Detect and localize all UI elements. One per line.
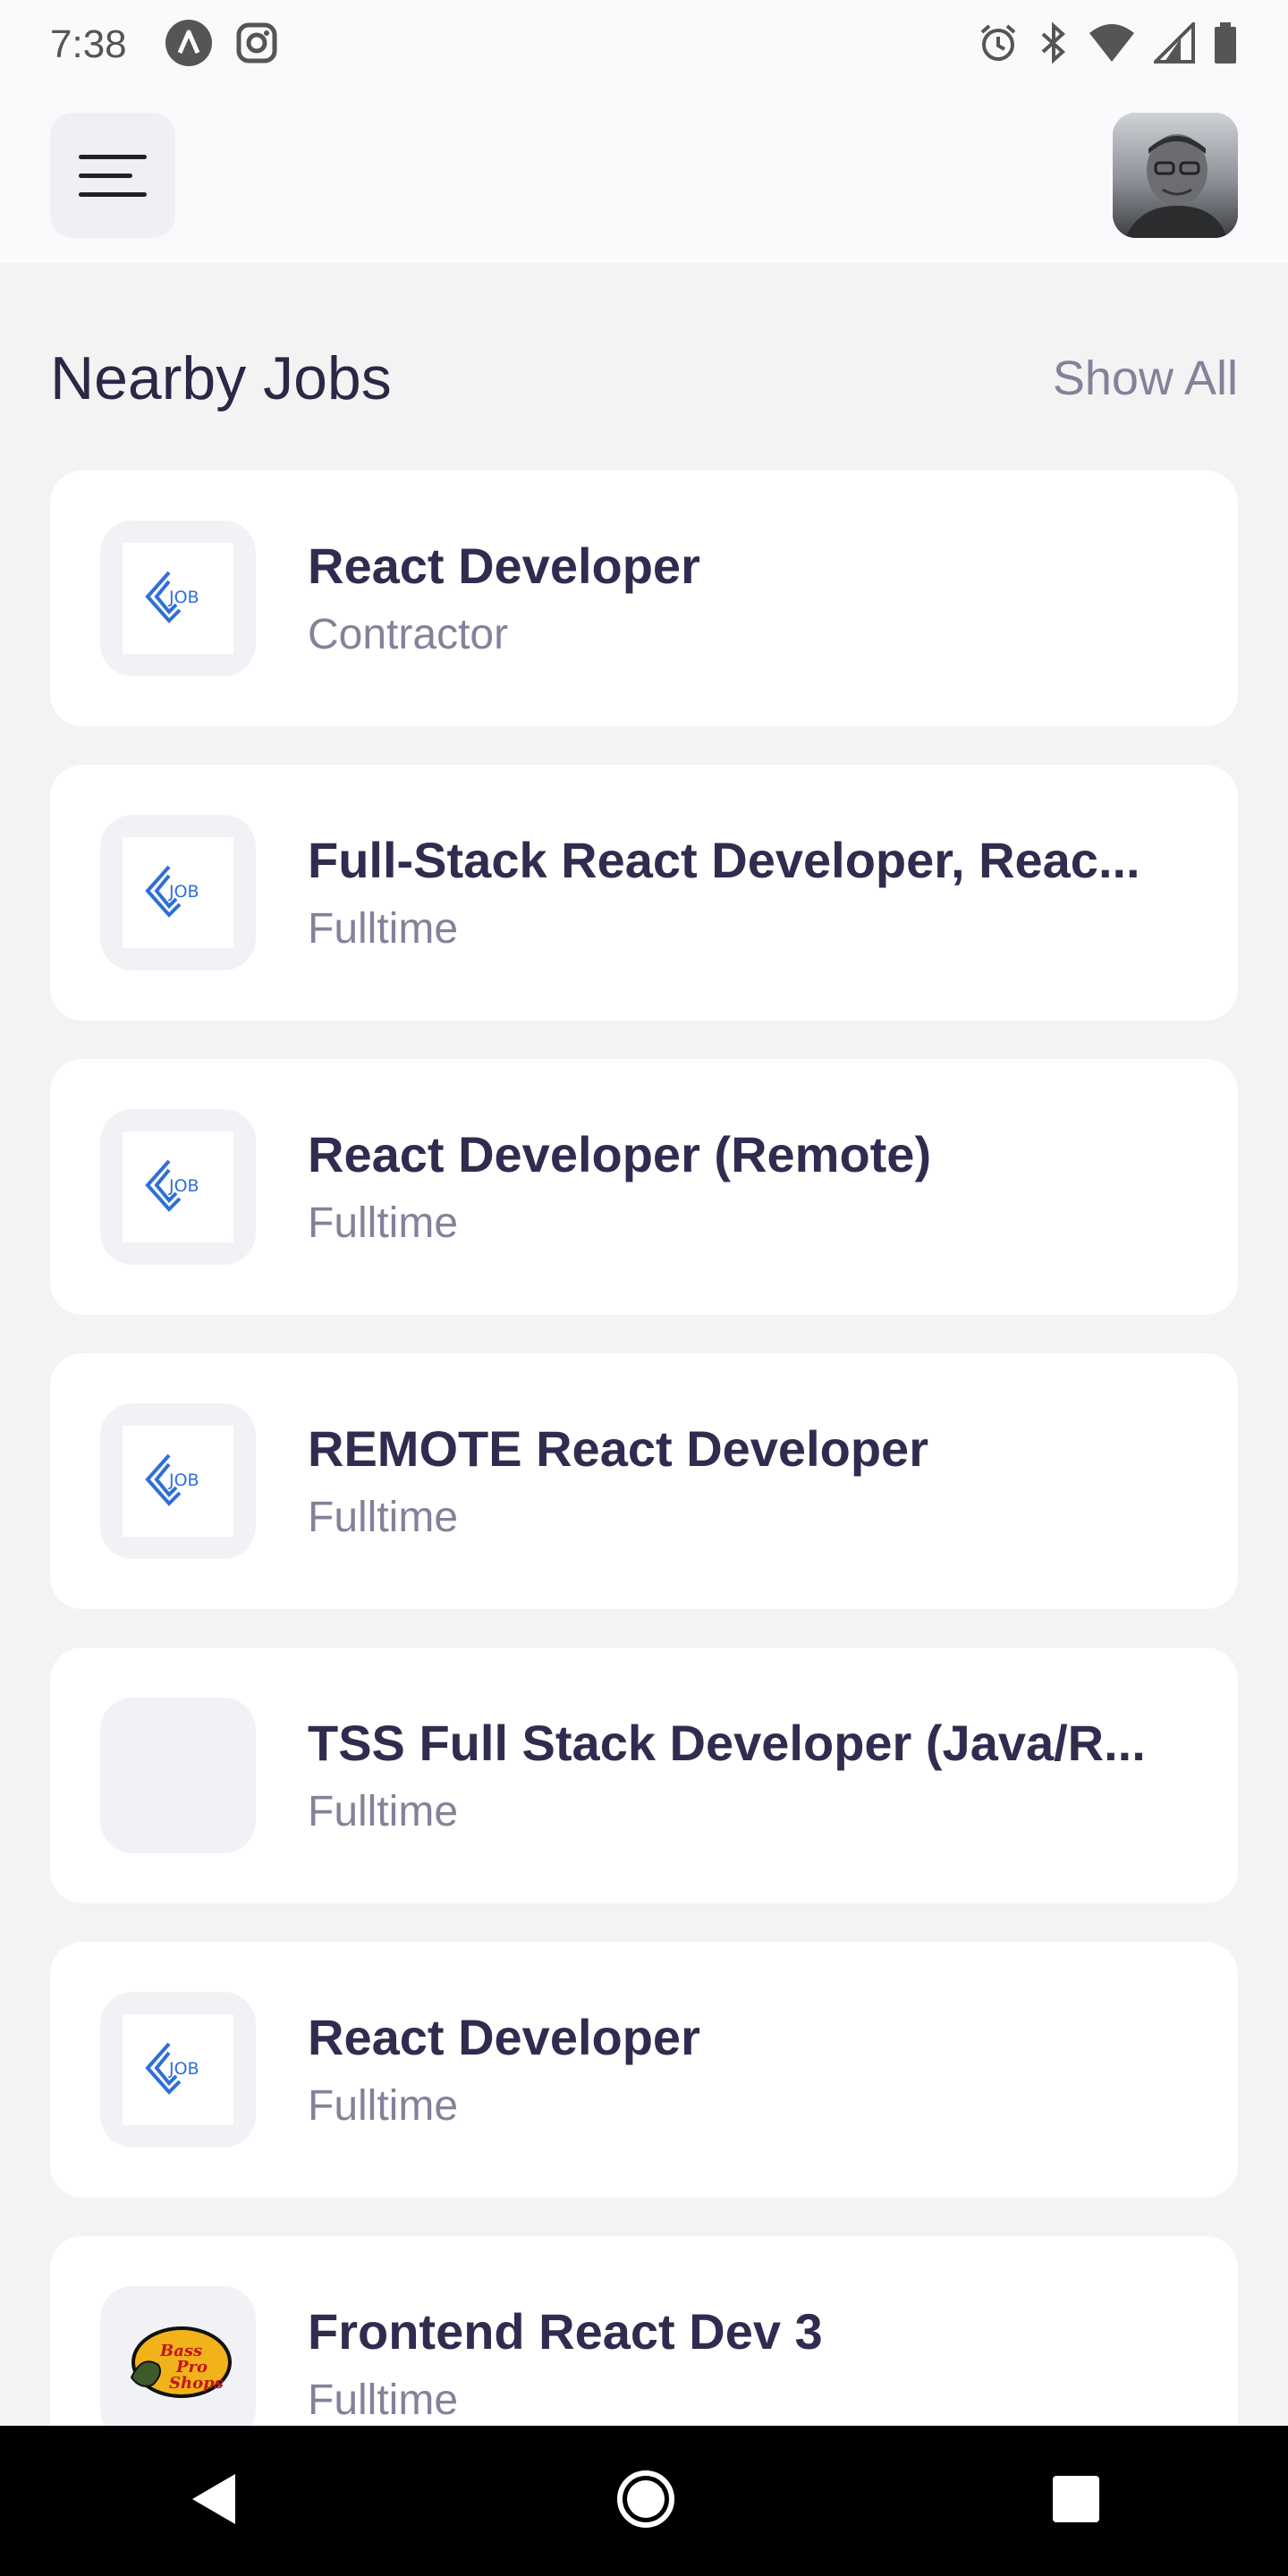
battery-icon (1213, 21, 1238, 68)
job-title: React Developer (308, 2009, 700, 2065)
job-type: Fulltime (308, 2082, 459, 2130)
job-card[interactable]: JOB React Developer Contractor (50, 470, 1238, 726)
job-logo-icon: JOB (142, 860, 214, 926)
job-type: Fulltime (308, 1494, 459, 1541)
job-title: React Developer (Remote) (308, 1126, 932, 1182)
job-logo-icon: JOB (142, 1154, 214, 1220)
app-icon (165, 19, 213, 71)
wifi-icon (1088, 22, 1136, 67)
company-logo-empty (100, 1698, 256, 1853)
navigation-bar (0, 2426, 1288, 2576)
job-logo-icon: JOB (142, 565, 214, 631)
job-title: TSS Full Stack Developer (Java/R... (308, 1715, 1146, 1771)
company-logo: Bass Pro Shops (100, 2286, 256, 2426)
job-logo-icon: JOB (142, 2037, 214, 2103)
job-title: Frontend React Dev 3 (308, 2303, 823, 2360)
svg-text:JOB: JOB (168, 1470, 199, 1490)
job-title: React Developer (308, 538, 700, 594)
alarm-icon (977, 21, 1020, 68)
job-type: Contractor (308, 611, 509, 658)
job-type: Fulltime (308, 905, 459, 953)
instagram-icon (236, 22, 277, 67)
svg-text:JOB: JOB (168, 882, 199, 902)
bass-pro-shops-logo-icon: Bass Pro Shops (123, 2322, 233, 2406)
svg-text:JOB: JOB (168, 588, 199, 607)
svg-text:Shops: Shops (169, 2374, 224, 2393)
job-card[interactable]: JOB React Developer Fulltime (50, 1942, 1238, 2198)
bluetooth-icon (1038, 21, 1070, 68)
section-title: Nearby Jobs (50, 344, 392, 412)
job-type: Fulltime (308, 2377, 459, 2424)
section-header: Nearby Jobs Show All (50, 343, 1238, 413)
company-logo: JOB (100, 1992, 256, 2148)
job-logo-icon: JOB (142, 1448, 214, 1514)
job-title: Full-Stack React Developer, Reac... (308, 832, 1140, 888)
user-avatar[interactable] (1113, 113, 1238, 238)
home-icon[interactable] (614, 2468, 677, 2534)
main-content: Nearby Jobs Show All JOB React Developer… (0, 263, 1288, 2426)
company-logo: JOB (100, 1403, 256, 1559)
job-type: Fulltime (308, 1199, 459, 1247)
job-type: Fulltime (308, 1788, 459, 1835)
company-logo: JOB (100, 1109, 256, 1265)
company-logo: JOB (100, 815, 256, 970)
job-card[interactable]: Bass Pro Shops Frontend React Dev 3 Full… (50, 2236, 1238, 2426)
recents-icon[interactable] (1051, 2474, 1101, 2528)
signal-icon (1151, 20, 1195, 67)
job-card[interactable]: TSS Full Stack Developer (Java/R... Full… (50, 1648, 1238, 1903)
job-card[interactable]: JOB Full-Stack React Developer, Reac... … (50, 765, 1238, 1021)
back-icon[interactable] (187, 2470, 241, 2531)
status-bar: 7:38 (0, 0, 1288, 89)
company-logo: JOB (100, 521, 256, 676)
svg-text:JOB: JOB (168, 1176, 199, 1196)
job-list: JOB React Developer Contractor JOB Full-… (50, 470, 1238, 2426)
hamburger-menu-icon (79, 154, 147, 197)
show-all-button[interactable]: Show All (1053, 351, 1238, 406)
app-header (0, 89, 1288, 263)
job-card[interactable]: JOB React Developer (Remote) Fulltime (50, 1059, 1238, 1315)
menu-button[interactable] (50, 113, 175, 238)
svg-text:JOB: JOB (168, 2059, 199, 2079)
job-card[interactable]: JOB REMOTE React Developer Fulltime (50, 1353, 1238, 1609)
job-title: REMOTE React Developer (308, 1420, 928, 1477)
status-time: 7:38 (50, 22, 127, 66)
